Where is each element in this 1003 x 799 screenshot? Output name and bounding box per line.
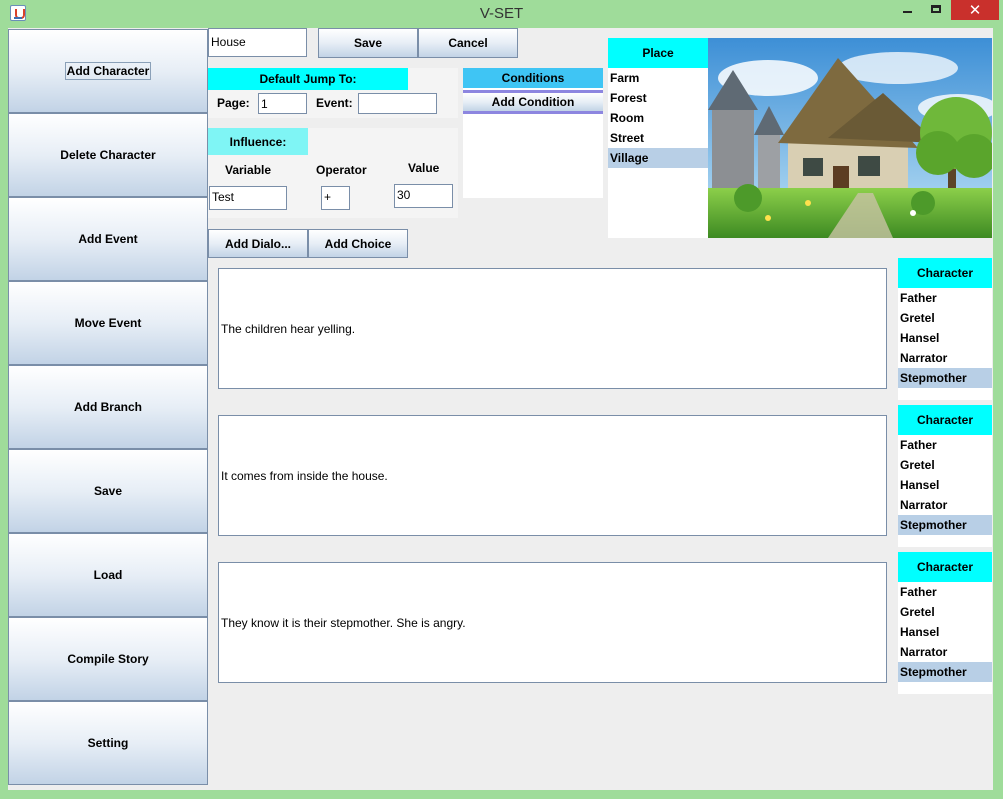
conditions-header: Conditions xyxy=(463,68,603,88)
sidebar-button-label: Compile Story xyxy=(67,652,149,666)
main-panel: Add Character Delete Character Add Event… xyxy=(8,28,993,790)
page-input[interactable]: 1 xyxy=(258,93,307,114)
character-item[interactable]: Narrator xyxy=(898,642,992,662)
dialog-text-area[interactable]: It comes from inside the house. xyxy=(218,415,887,536)
setting-button[interactable]: Setting xyxy=(8,701,208,785)
sidebar-button-label: Load xyxy=(93,568,123,582)
add-dialog-button[interactable]: Add Dialo... xyxy=(208,229,308,258)
minimize-button[interactable] xyxy=(893,0,921,20)
place-item[interactable]: Forest xyxy=(608,88,708,108)
character-item[interactable]: Gretel xyxy=(898,308,992,328)
save-project-button[interactable]: Save xyxy=(8,449,208,533)
place-list: Place Farm Forest Room Street Village xyxy=(608,38,708,238)
character-list: Character Father Gretel Hansel Narrator … xyxy=(898,405,992,547)
sidebar-button-label: Add Branch xyxy=(73,400,142,414)
add-character-button[interactable]: Add Character xyxy=(8,29,208,113)
cancel-button[interactable]: Cancel xyxy=(418,28,518,58)
place-preview-image xyxy=(708,38,992,238)
add-event-button[interactable]: Add Event xyxy=(8,197,208,281)
value-label: Value xyxy=(408,161,440,175)
place-item[interactable]: Room xyxy=(608,108,708,128)
window-title: V-SET xyxy=(479,5,524,22)
save-button[interactable]: Save xyxy=(318,28,418,58)
operator-label: Operator xyxy=(316,163,367,177)
cottage-illustration xyxy=(708,38,992,238)
variable-input[interactable]: Test xyxy=(209,186,287,210)
add-choice-button[interactable]: Add Choice xyxy=(308,229,408,258)
minimize-icon xyxy=(903,11,912,13)
character-item-selected[interactable]: Stepmother xyxy=(898,368,992,388)
place-item[interactable]: Street xyxy=(608,128,708,148)
compile-story-button[interactable]: Compile Story xyxy=(8,617,208,701)
event-input[interactable] xyxy=(358,93,437,114)
close-icon: ✕ xyxy=(968,2,982,19)
dialog-text-area[interactable]: They know it is their stepmother. She is… xyxy=(218,562,887,683)
sidebar-button-label: Setting xyxy=(87,736,129,750)
place-item-selected[interactable]: Village xyxy=(608,148,708,168)
maximize-button[interactable] xyxy=(922,0,950,20)
name-input[interactable]: House xyxy=(208,28,307,57)
character-item[interactable]: Gretel xyxy=(898,455,992,475)
sidebar-button-label: Save xyxy=(93,484,123,498)
character-list: Character Father Gretel Hansel Narrator … xyxy=(898,258,992,400)
character-item[interactable]: Gretel xyxy=(898,602,992,622)
page-label: Page: xyxy=(217,96,250,110)
add-branch-button[interactable]: Add Branch xyxy=(8,365,208,449)
sidebar-button-label: Delete Character xyxy=(60,148,156,162)
sidebar-button-label: Add Character xyxy=(64,62,152,80)
sidebar-button-label: Move Event xyxy=(74,316,142,330)
default-jump-header: Default Jump To: xyxy=(208,68,408,90)
place-item[interactable]: Farm xyxy=(608,68,708,88)
character-item-selected[interactable]: Stepmother xyxy=(898,662,992,682)
character-item[interactable]: Father xyxy=(898,582,992,602)
close-button[interactable]: ✕ xyxy=(951,0,999,20)
move-event-button[interactable]: Move Event xyxy=(8,281,208,365)
variable-label: Variable xyxy=(225,163,272,177)
character-item[interactable]: Narrator xyxy=(898,495,992,515)
character-item[interactable]: Father xyxy=(898,288,992,308)
add-condition-button[interactable]: Add Condition xyxy=(463,90,603,114)
character-item-selected[interactable]: Stepmother xyxy=(898,515,992,535)
character-item[interactable]: Narrator xyxy=(898,348,992,368)
character-header: Character xyxy=(898,405,992,435)
place-header: Place xyxy=(608,38,708,68)
sidebar-button-label: Add Event xyxy=(78,232,138,246)
operator-input[interactable]: + xyxy=(321,186,350,210)
load-button[interactable]: Load xyxy=(8,533,208,617)
dialog-text-area[interactable]: The children hear yelling. xyxy=(218,268,887,389)
influence-header: Influence: xyxy=(208,128,308,155)
maximize-icon xyxy=(931,5,941,13)
character-item[interactable]: Hansel xyxy=(898,475,992,495)
delete-character-button[interactable]: Delete Character xyxy=(8,113,208,197)
title-bar: V-SET ✕ xyxy=(0,0,1003,28)
character-item[interactable]: Father xyxy=(898,435,992,455)
character-list: Character Father Gretel Hansel Narrator … xyxy=(898,552,992,694)
character-header: Character xyxy=(898,258,992,288)
character-item[interactable]: Hansel xyxy=(898,622,992,642)
event-label: Event: xyxy=(316,96,353,110)
character-item[interactable]: Hansel xyxy=(898,328,992,348)
character-header: Character xyxy=(898,552,992,582)
value-input[interactable]: 30 xyxy=(394,184,453,208)
